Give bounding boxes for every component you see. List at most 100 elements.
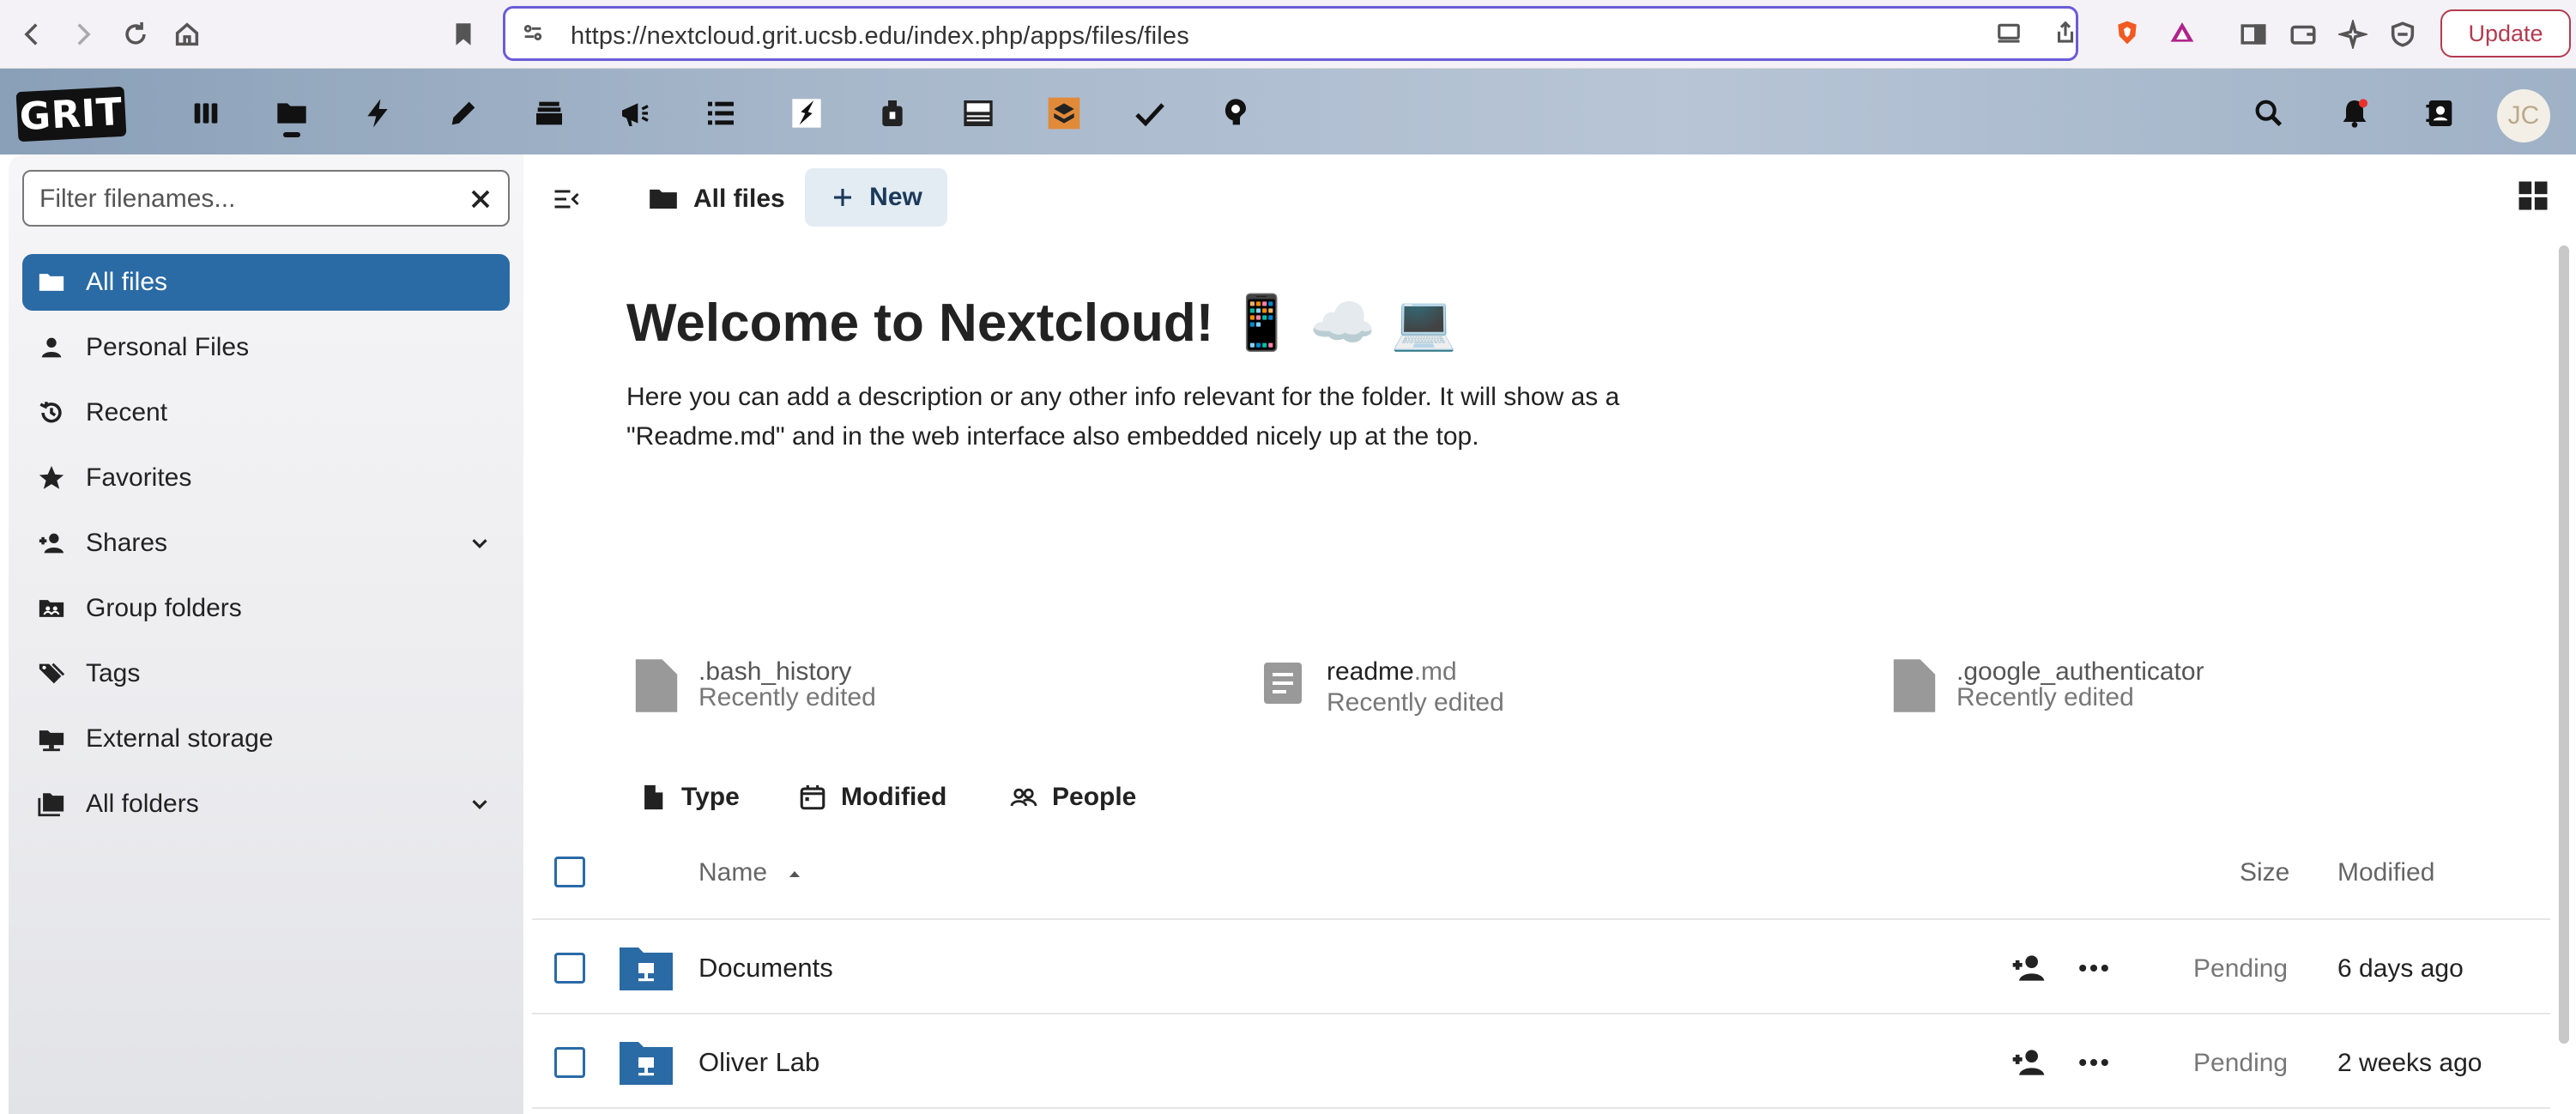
recent-file-card[interactable]: .google_authenticator Recently edited [1891,652,2372,721]
breadcrumb-all-files[interactable]: All files [647,175,785,223]
share-icon[interactable] [2047,14,2084,51]
file-name[interactable]: Documents [698,953,833,984]
site-settings-icon[interactable] [514,14,552,51]
recent-file-card[interactable]: .bash_history Recently edited [633,652,1062,721]
chevron-down-icon[interactable] [467,530,493,556]
sidebar-item-all-files[interactable]: All files [22,254,510,311]
vpn-icon[interactable] [2382,14,2423,55]
row-checkbox[interactable] [554,1047,585,1078]
more-actions-icon[interactable] [2075,1044,2113,1081]
row-divider [532,918,2550,920]
activity-app-icon[interactable] [354,89,402,137]
select-all-checkbox[interactable] [554,857,585,887]
grit-logo[interactable]: GRIT [15,86,127,142]
filter-modified-label: Modified [841,783,947,811]
share-person-icon[interactable] [2010,949,2047,987]
share-person-icon [34,526,69,560]
filter-filenames-input[interactable] [39,182,451,216]
filter-people-label: People [1052,783,1137,811]
column-header-modified[interactable]: Modified [2337,858,2434,887]
grit-app-icon[interactable] [954,89,1002,137]
readme-description: Here you can add a description or any ot… [626,383,1620,451]
star-icon [34,461,69,495]
custom-app-3-icon[interactable] [1040,89,1088,137]
row-divider [532,1013,2550,1014]
person-icon [34,330,69,365]
ideas-app-icon[interactable] [1212,89,1260,137]
back-icon[interactable] [12,14,53,55]
address-bar[interactable]: https://nextcloud.grit.ucsb.edu/index.ph… [503,6,2194,61]
notifications-bell-icon[interactable] [2331,89,2379,137]
recent-file-card[interactable]: readme.md Recently edited [1261,652,1690,721]
sidebar-item-favorites[interactable]: Favorites [22,450,510,506]
bookmark-icon[interactable] [443,14,484,55]
clear-filter-icon[interactable] [465,184,496,215]
deck-app-icon[interactable] [525,89,573,137]
external-folder-icon[interactable] [618,1038,674,1087]
recent-file-name: readme.md [1327,657,1457,686]
plus-icon [834,189,852,206]
file-type-icon [644,784,663,810]
file-name[interactable]: Oliver Lab [698,1047,819,1078]
announcements-app-icon[interactable] [611,89,659,137]
tasks-list-app-icon[interactable] [697,89,745,137]
share-person-icon[interactable] [2010,1044,2047,1081]
recent-file-status: Recently edited [1956,683,2134,711]
new-button[interactable]: New [805,168,947,227]
collapse-sidebar-icon[interactable] [551,184,582,215]
contacts-icon[interactable] [2416,89,2464,137]
cast-icon[interactable] [1990,14,2028,51]
sidebar-item-label: All files [86,268,168,296]
sidebar-item-shares[interactable]: Shares [22,515,510,572]
external-folder-icon[interactable] [618,944,674,992]
url-text[interactable]: https://nextcloud.grit.ucsb.edu/index.ph… [571,22,1189,51]
files-app-icon[interactable] [268,89,316,137]
search-icon[interactable] [2245,89,2293,137]
brave-shield-icon[interactable] [2108,14,2146,51]
file-modified: 2 weeks ago [2337,1049,2482,1077]
home-icon[interactable] [166,14,208,55]
vertical-scrollbar[interactable] [2559,245,2569,1044]
user-avatar[interactable]: JC [2497,89,2550,142]
row-checkbox[interactable] [554,953,585,984]
forward-icon[interactable] [62,14,103,55]
sidebar-item-all-folders[interactable]: All folders [22,776,510,832]
dashboard-app-icon[interactable] [182,89,230,137]
leo-icon[interactable] [2332,14,2373,55]
sidebar-item-label: Favorites [86,463,192,492]
active-app-indicator [283,132,300,137]
custom-app-1-icon[interactable] [783,89,831,137]
file-size: Pending [2193,954,2289,983]
file-icon [1893,659,1936,712]
column-header-size[interactable]: Size [2240,858,2289,887]
sidebar-item-recent[interactable]: Recent [22,384,510,441]
sidebar-item-label: External storage [86,724,274,753]
update-button[interactable]: Update [2440,9,2571,58]
wallet-icon[interactable] [2283,14,2324,55]
chevron-down-icon[interactable] [467,791,493,817]
people-icon [1010,788,1037,807]
new-button-label: New [869,183,922,211]
reload-icon[interactable] [115,14,156,55]
sidebar-item-tags[interactable]: Tags [22,645,510,702]
filter-modified-button[interactable]: Modified [798,778,946,817]
filter-filenames-field[interactable] [22,170,510,227]
filter-people-button[interactable]: People [1009,778,1136,817]
filter-type-button[interactable]: Type [638,778,740,817]
custom-app-2-icon[interactable] [868,89,916,137]
sidebar-item-group-folders[interactable]: Group folders [22,580,510,637]
sidebar-item-external-storage[interactable]: External storage [22,711,510,767]
tasks-check-app-icon[interactable] [1126,89,1174,137]
sidebar-item-label: All folders [86,790,199,818]
folder-icon [650,189,677,209]
column-header-name[interactable]: Name [698,858,805,887]
breadcrumb-label: All files [693,185,785,213]
notes-app-icon[interactable] [439,89,487,137]
more-actions-icon[interactable] [2075,949,2113,987]
sidebar-item-label: Personal Files [86,333,250,361]
sidebar-icon[interactable] [2233,14,2274,55]
folder-icon [34,265,69,300]
grid-view-icon[interactable] [2514,177,2552,215]
sidebar-item-personal-files[interactable]: Personal Files [22,319,510,376]
brave-rewards-icon[interactable] [2163,14,2201,51]
